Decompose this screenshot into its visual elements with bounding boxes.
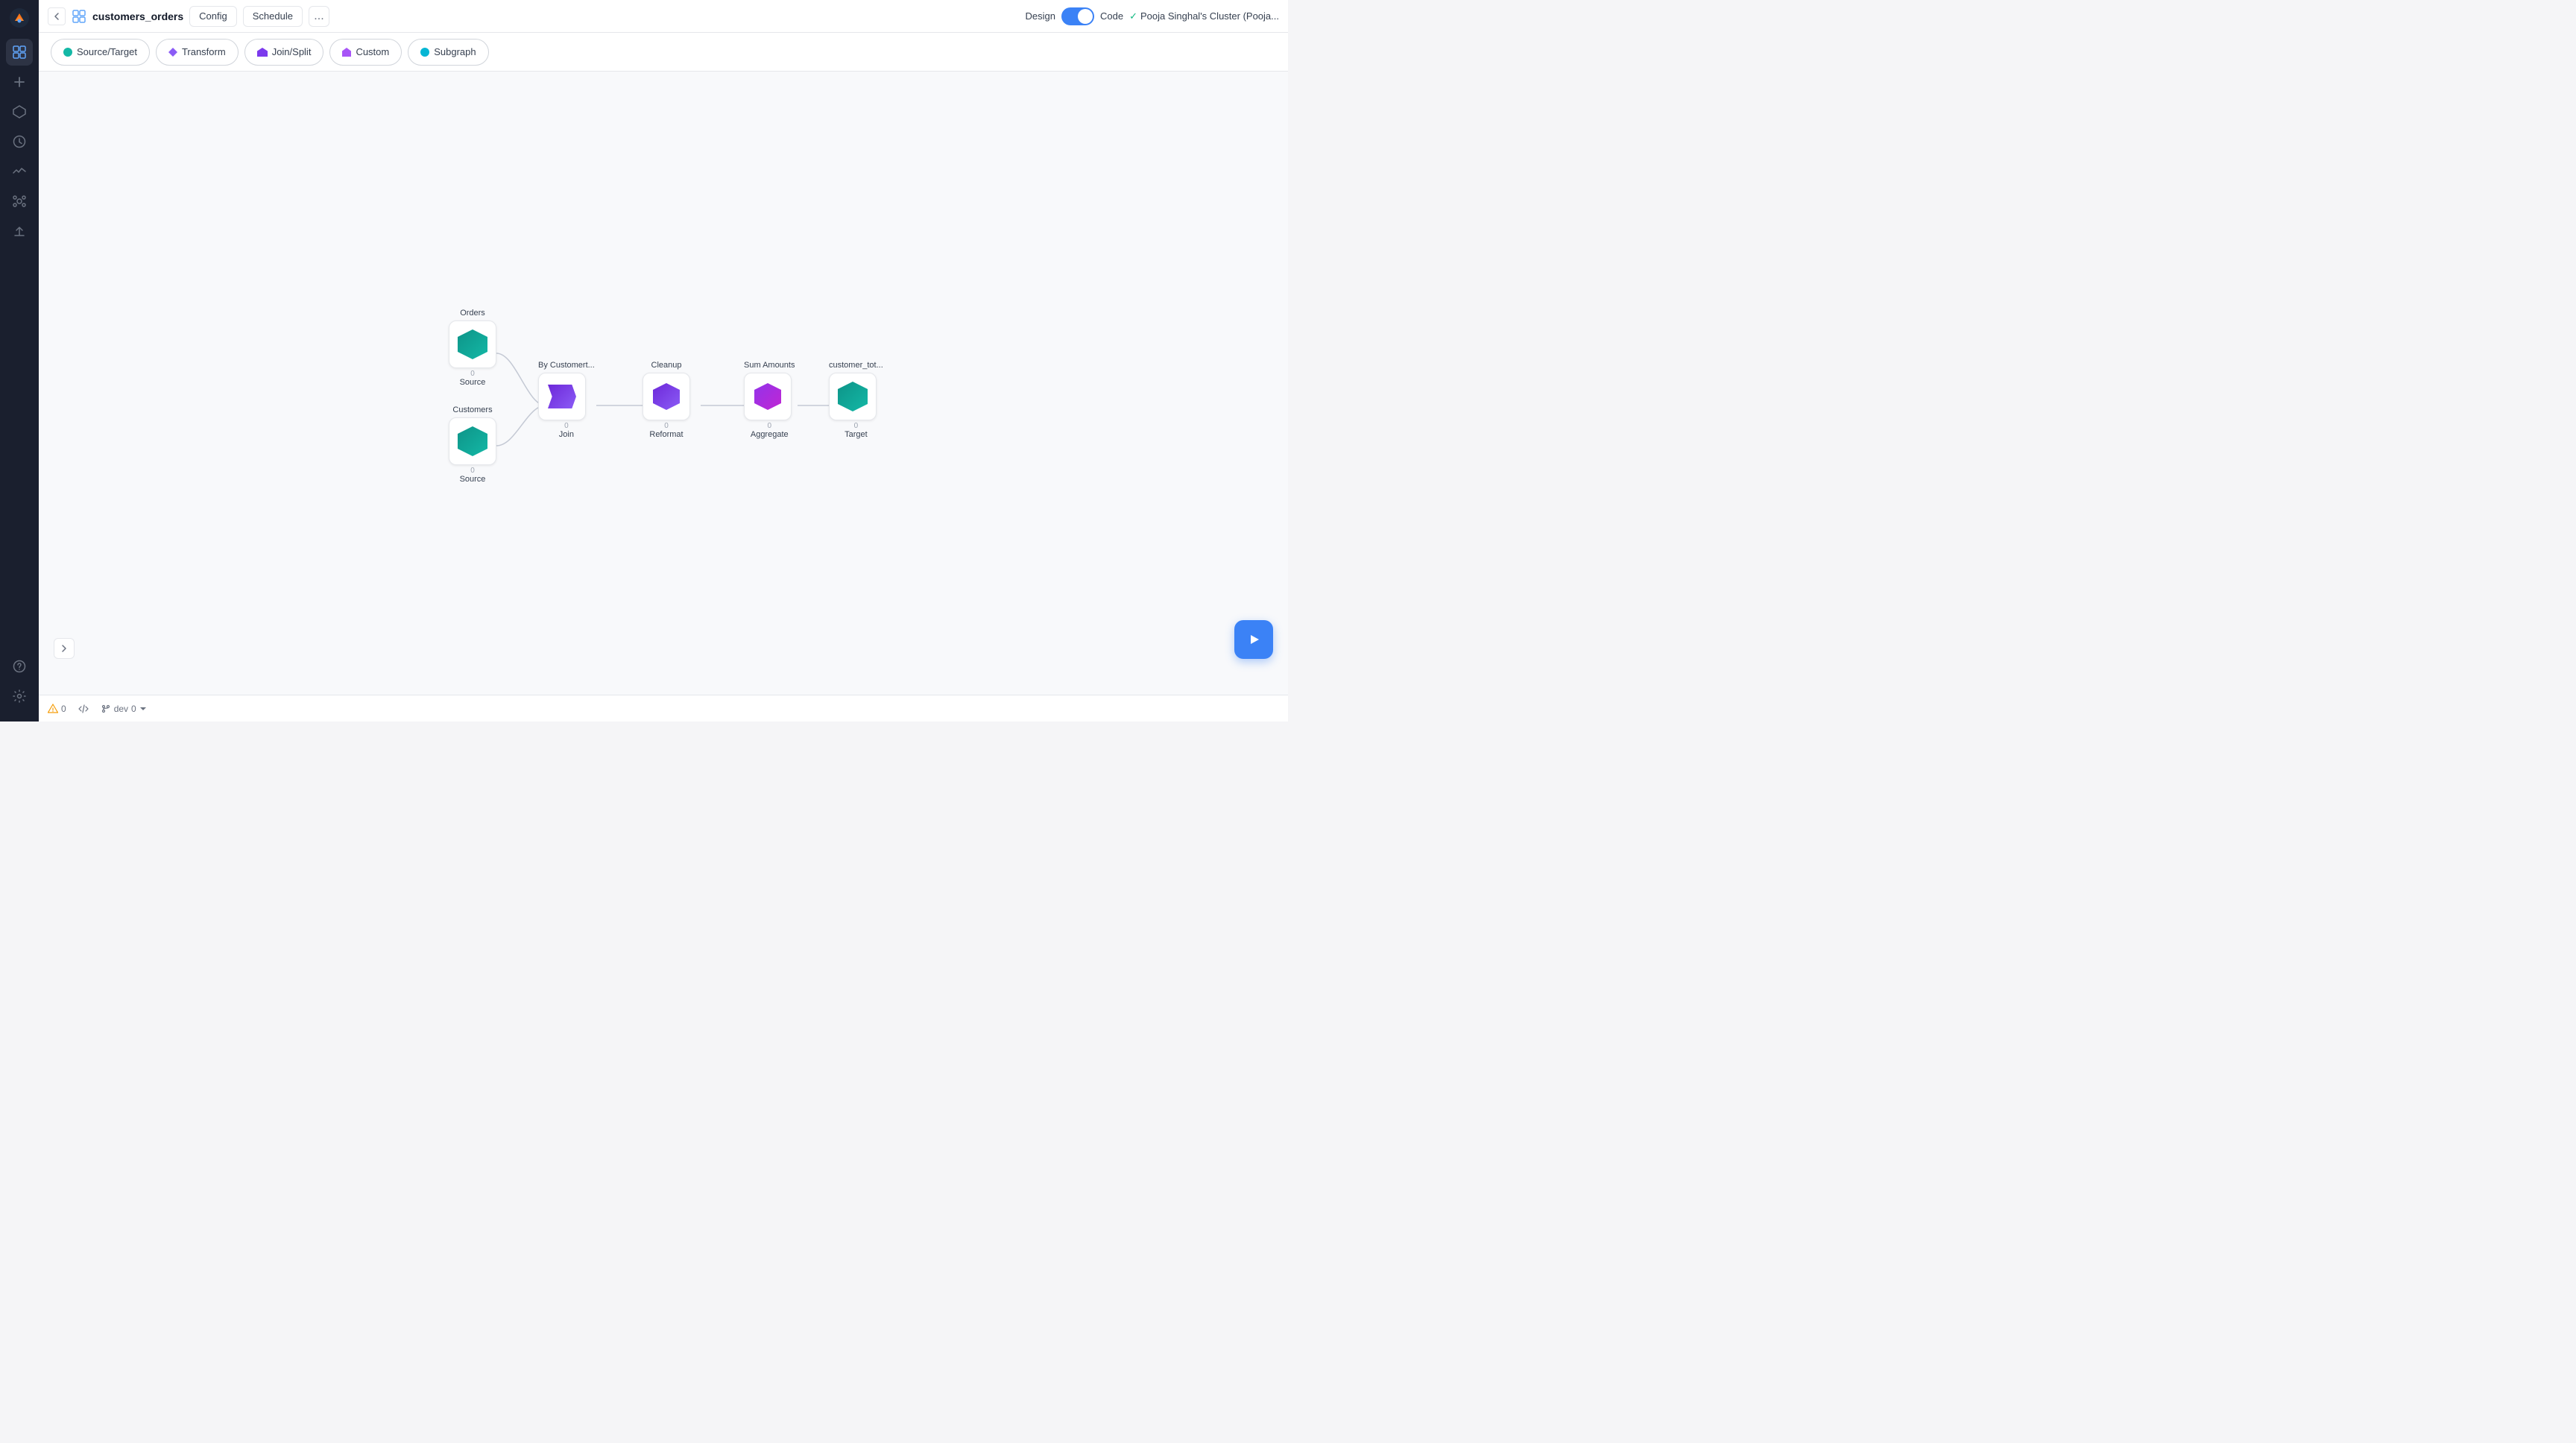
sidebar-item-deploy[interactable]	[6, 218, 33, 244]
main-area: customers_orders Config Schedule ... Des…	[39, 0, 1288, 722]
run-pipeline-button[interactable]	[1234, 620, 1273, 659]
join-top-label: By Customert...	[538, 361, 595, 370]
cluster-info: ✓ Pooja Singhal's Cluster (Pooja...	[1129, 10, 1279, 22]
reformat-top-label: Cleanup	[643, 361, 690, 370]
aggregate-top-label: Sum Amounts	[744, 361, 795, 370]
join-counter: 0	[538, 422, 595, 430]
aggregate-node-group: Sum Amounts 0 Aggregate	[744, 361, 795, 439]
join-icon	[548, 385, 576, 408]
join-node-group: By Customert... 0 Join	[538, 361, 595, 439]
source-target-icon	[63, 48, 72, 57]
branch-name: dev	[114, 704, 128, 714]
orders-node[interactable]	[449, 321, 496, 368]
warnings-item[interactable]: 0	[48, 704, 66, 714]
target-top-label: customer_tot...	[829, 361, 883, 370]
sidebar	[0, 0, 39, 722]
sidebar-item-help[interactable]	[6, 653, 33, 680]
aggregate-counter: 0	[744, 422, 795, 430]
sidebar-item-marketplace[interactable]	[6, 98, 33, 125]
source-target-button[interactable]: Source/Target	[51, 39, 150, 66]
cluster-name: Pooja Singhal's Cluster (Pooja...	[1140, 10, 1279, 22]
subgraph-icon	[420, 48, 429, 57]
target-node-group: customer_tot... 0 Target	[829, 361, 883, 439]
sidebar-item-add[interactable]	[6, 69, 33, 95]
reformat-counter: 0	[643, 422, 690, 430]
customers-node-group: Customers 0 Source	[449, 405, 496, 484]
sidebar-item-settings[interactable]	[6, 683, 33, 710]
target-counter: 0	[829, 422, 883, 430]
transform-button[interactable]: Transform	[156, 39, 239, 66]
schedule-button[interactable]: Schedule	[243, 6, 303, 27]
orders-counter: 0	[449, 370, 496, 378]
design-label: Design	[1026, 10, 1055, 22]
aggregate-node[interactable]	[744, 373, 792, 420]
design-code-toggle: Design Code	[1026, 7, 1124, 25]
reformat-sublabel: Reformat	[643, 430, 690, 439]
subgraph-button[interactable]: Subgraph	[408, 39, 488, 66]
orders-sublabel: Source	[449, 378, 496, 387]
customers-sublabel: Source	[449, 475, 496, 484]
aggregate-icon	[754, 383, 781, 410]
warning-count: 0	[61, 704, 66, 714]
target-sublabel: Target	[829, 430, 883, 439]
join-split-icon	[257, 48, 268, 57]
more-options-button[interactable]: ...	[309, 6, 329, 27]
aggregate-sublabel: Aggregate	[744, 430, 795, 439]
orders-icon	[458, 329, 487, 359]
sidebar-item-pipelines[interactable]	[6, 39, 33, 66]
sidebar-item-clusters[interactable]	[6, 188, 33, 215]
orders-node-group: Orders 0 Source	[449, 309, 496, 387]
target-icon	[838, 382, 868, 411]
customers-icon	[458, 426, 487, 456]
cluster-check-icon: ✓	[1129, 10, 1137, 22]
toolbar: Source/Target Transform Join/Split Custo…	[39, 33, 1288, 72]
code-item[interactable]	[78, 704, 89, 714]
config-button[interactable]: Config	[189, 6, 237, 27]
join-node[interactable]	[538, 373, 586, 420]
toggle-switch[interactable]	[1061, 7, 1094, 25]
customers-counter: 0	[449, 467, 496, 475]
sidebar-item-monitor[interactable]	[6, 158, 33, 185]
transform-icon	[168, 48, 177, 57]
panel-toggle-button[interactable]	[54, 638, 75, 659]
custom-icon	[342, 48, 351, 57]
join-sublabel: Join	[538, 430, 595, 439]
sidebar-item-history[interactable]	[6, 128, 33, 155]
reformat-icon	[653, 383, 680, 410]
bottom-bar: 0 dev 0	[39, 695, 1288, 722]
branch-item[interactable]: dev 0	[101, 704, 147, 714]
reformat-node[interactable]	[643, 373, 690, 420]
header: customers_orders Config Schedule ... Des…	[39, 0, 1288, 33]
target-node[interactable]	[829, 373, 877, 420]
collapse-sidebar-button[interactable]	[48, 7, 66, 25]
customers-label: Customers	[449, 405, 496, 414]
app-logo[interactable]	[7, 6, 31, 30]
toggle-knob	[1078, 9, 1093, 24]
pipeline-canvas[interactable]: Orders 0 Source Customers 0 Source By Cu…	[39, 72, 1288, 695]
custom-button[interactable]: Custom	[329, 39, 402, 66]
branch-count: 0	[131, 704, 136, 714]
orders-label: Orders	[449, 309, 496, 318]
code-label: Code	[1100, 10, 1123, 22]
customers-node[interactable]	[449, 417, 496, 465]
pipeline-name: customers_orders	[92, 10, 183, 22]
join-split-button[interactable]: Join/Split	[244, 39, 324, 66]
reformat-node-group: Cleanup 0 Reformat	[643, 361, 690, 439]
pipeline-icon	[72, 9, 86, 24]
